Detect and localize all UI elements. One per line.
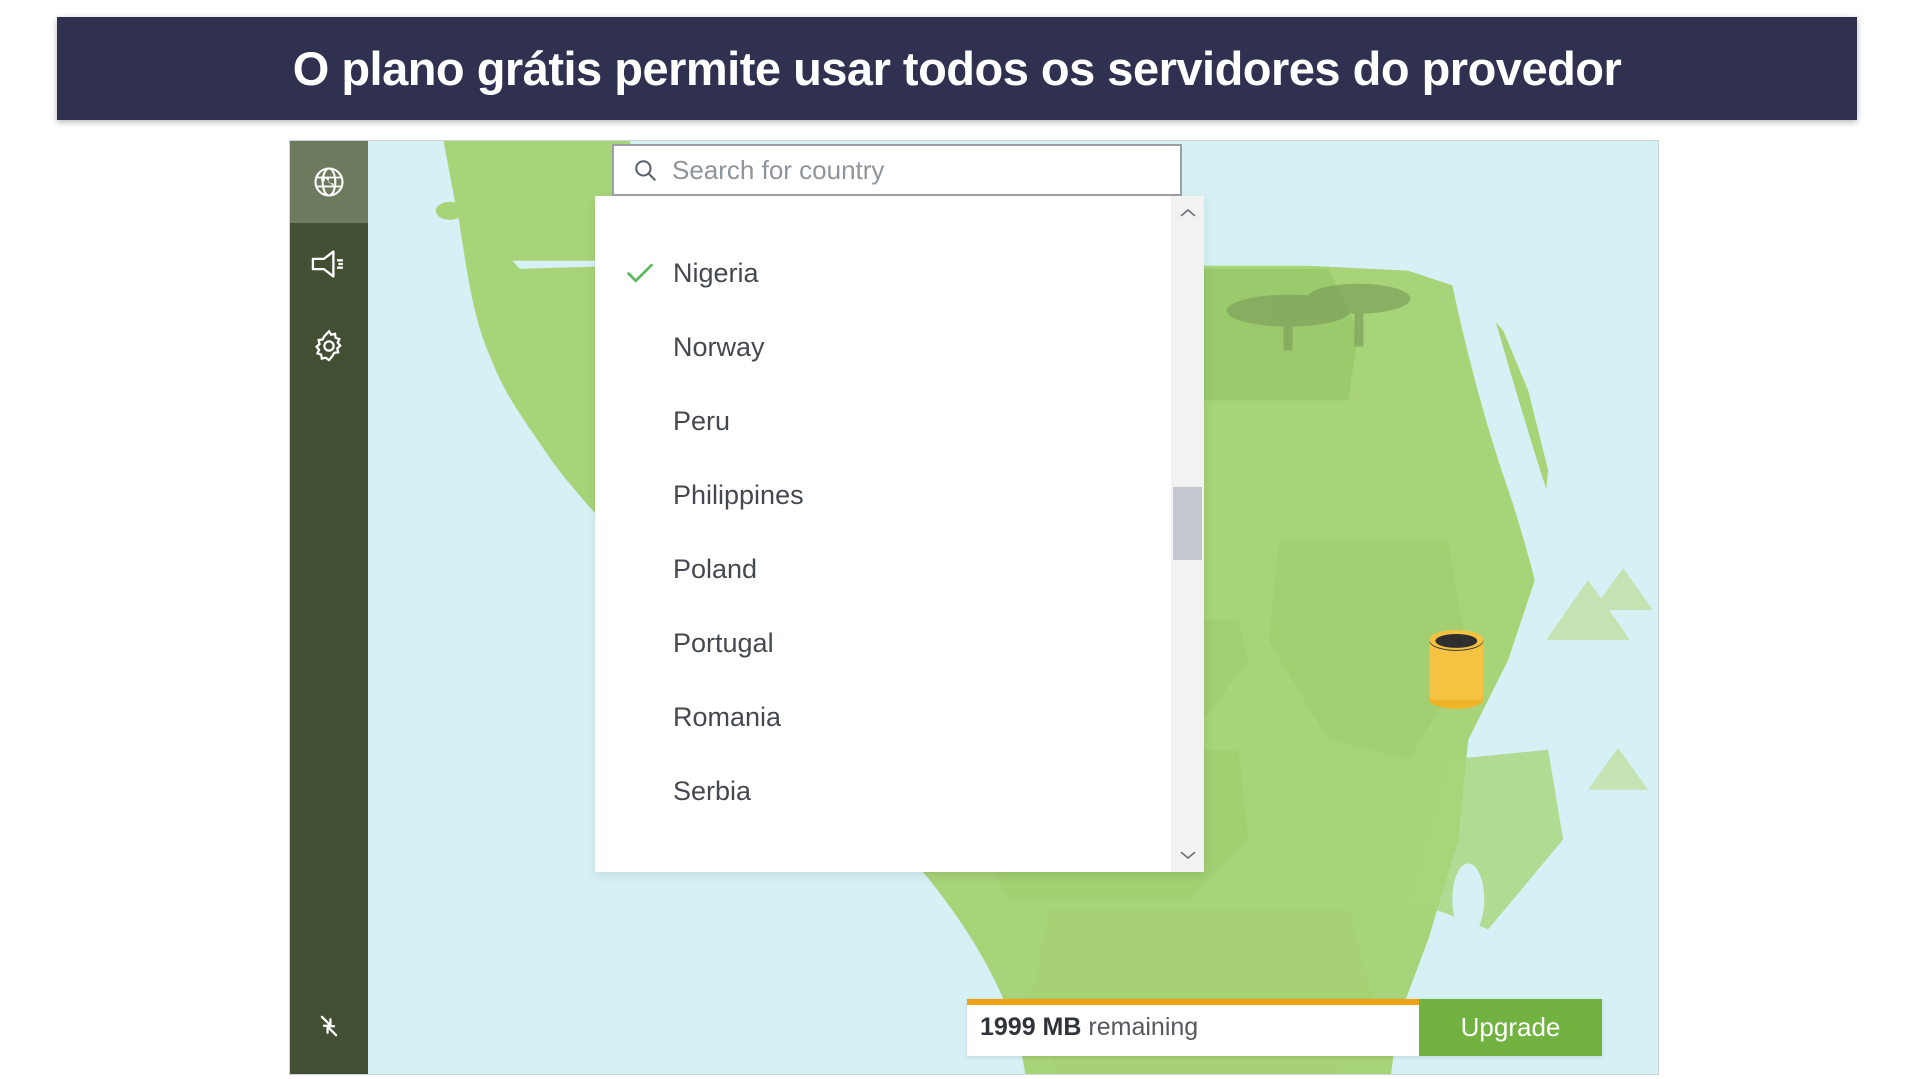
country-list: Nigeria Norway Peru Philippines Poland P…	[595, 196, 1171, 872]
country-list-item[interactable]: Peru	[595, 384, 1171, 458]
data-remaining-text: 1999 MB remaining	[980, 1013, 1198, 1042]
country-name: Portugal	[673, 627, 774, 658]
check-icon	[625, 261, 673, 285]
upgrade-button[interactable]: Upgrade	[1419, 999, 1602, 1056]
country-list-item[interactable]: Nigeria	[595, 236, 1171, 310]
screenshot-root: O plano grátis permite usar todos os ser…	[0, 0, 1917, 1079]
data-progress-fill	[967, 999, 1419, 1005]
data-progress-track	[967, 999, 1419, 1005]
collapse-arrows-icon	[312, 1009, 346, 1043]
app-sidebar	[290, 141, 368, 1074]
promo-banner-text: O plano grátis permite usar todos os ser…	[292, 42, 1622, 95]
country-name: Romania	[673, 701, 782, 732]
data-usage-bar: 1999 MB remaining Upgrade	[967, 999, 1602, 1056]
country-name: Norway	[673, 331, 765, 362]
country-name: Serbia	[673, 775, 752, 806]
sidebar-item-collapse[interactable]	[290, 978, 368, 1074]
sidebar-item-share[interactable]	[290, 223, 368, 305]
country-list-item[interactable]: Philippines	[595, 458, 1171, 532]
data-remaining-suffix: remaining	[1081, 1013, 1199, 1041]
scrollbar-thumb[interactable]	[1173, 487, 1202, 560]
country-list-item[interactable]: Poland	[595, 532, 1171, 606]
data-remaining-panel: 1999 MB remaining	[967, 999, 1419, 1056]
country-dropdown: Nigeria Norway Peru Philippines Poland P…	[595, 196, 1204, 872]
country-name: Peru	[673, 405, 731, 436]
promo-banner: O plano grátis permite usar todos os ser…	[57, 17, 1857, 120]
sidebar-item-settings[interactable]	[290, 305, 368, 387]
gear-icon	[311, 328, 347, 364]
country-list-item[interactable]: Serbia	[595, 754, 1171, 828]
vpn-app-window: Nigeria Norway Peru Philippines Poland	[289, 140, 1659, 1075]
country-name: Nigeria	[673, 257, 759, 288]
country-search-box[interactable]	[612, 144, 1182, 196]
country-name: Poland	[673, 553, 758, 584]
country-list-scrollbar[interactable]	[1171, 196, 1204, 872]
globe-icon	[311, 164, 347, 200]
scroll-up-button[interactable]	[1171, 196, 1204, 230]
share-network-icon	[310, 247, 348, 281]
search-input[interactable]	[672, 154, 1180, 186]
country-list-item[interactable]: Romania	[595, 680, 1171, 754]
scroll-down-button[interactable]	[1171, 838, 1204, 872]
country-list-item[interactable]: Portugal	[595, 606, 1171, 680]
location-marker-icon	[1429, 629, 1484, 709]
upgrade-button-label: Upgrade	[1460, 1012, 1561, 1042]
data-remaining-amount: 1999 MB	[980, 1013, 1082, 1041]
country-list-item[interactable]: Norway	[595, 310, 1171, 384]
sidebar-item-locations[interactable]	[290, 141, 368, 223]
country-name: Philippines	[673, 479, 804, 510]
search-icon	[632, 157, 658, 183]
